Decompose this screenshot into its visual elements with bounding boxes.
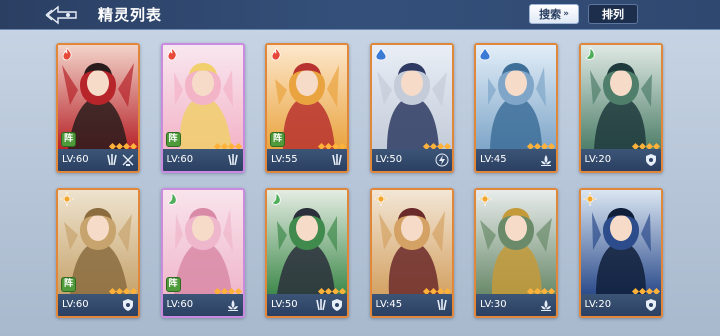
card-footer: LV:30 xyxy=(476,294,556,316)
spirit-card[interactable]: 阵 LV:55 xyxy=(265,43,349,173)
level-label: LV:60 xyxy=(166,299,194,310)
light-icon xyxy=(582,191,597,207)
spirit-card[interactable]: LV:45 xyxy=(474,43,558,173)
lotus-icon xyxy=(539,298,553,312)
role-icons xyxy=(644,297,658,313)
card-footer: LV:50 xyxy=(371,149,452,171)
role-icons xyxy=(644,152,658,168)
level-label: LV:60 xyxy=(62,154,89,165)
formation-badge: 阵 xyxy=(165,277,181,292)
role-icons xyxy=(539,152,553,168)
page-title: 精灵列表 xyxy=(98,6,163,24)
light-icon xyxy=(477,191,493,207)
lotus-icon xyxy=(226,298,240,312)
wind-icon xyxy=(583,46,597,60)
card-footer: LV:20 xyxy=(580,149,661,171)
search-button-label: 搜索 xyxy=(539,8,562,21)
level-label: LV:50 xyxy=(271,299,298,310)
light-icon xyxy=(59,191,75,207)
level-label: LV:45 xyxy=(480,154,507,165)
role-icons xyxy=(435,152,449,168)
level-label: LV:45 xyxy=(375,299,403,310)
sword-scale-icon xyxy=(121,153,135,167)
card-footer: LV:55 xyxy=(267,149,347,171)
formation-badge: 阵 xyxy=(270,132,285,147)
fire-icon xyxy=(165,46,179,61)
spirit-card[interactable]: LV:50 xyxy=(265,188,349,318)
claw-icon xyxy=(226,153,240,167)
card-footer: LV:45 xyxy=(371,294,452,316)
role-icons xyxy=(121,297,135,313)
card-footer: LV:45 xyxy=(476,149,556,171)
level-label: LV:20 xyxy=(584,299,612,310)
light-icon xyxy=(373,191,388,207)
search-button[interactable]: 搜索 » xyxy=(529,4,579,24)
formation-badge: 阵 xyxy=(165,132,181,147)
level-label: LV:30 xyxy=(480,299,507,310)
spirit-card[interactable]: LV:20 xyxy=(578,188,663,318)
top-bar: 精灵列表 搜索 » 排列 xyxy=(0,0,720,30)
claw-icon xyxy=(314,298,328,312)
formation-badge: 阵 xyxy=(61,132,76,147)
level-label: LV:55 xyxy=(271,154,298,165)
lightning-icon xyxy=(435,153,449,167)
role-icons xyxy=(226,297,240,313)
shield-icon xyxy=(644,153,658,167)
shield-icon xyxy=(121,298,135,312)
card-footer: LV:60 xyxy=(58,149,138,171)
water-icon xyxy=(478,46,492,61)
role-icons xyxy=(435,297,449,313)
double-chevron-down-icon: » xyxy=(563,8,569,19)
spirit-card[interactable]: LV:30 xyxy=(474,188,558,318)
spirit-card[interactable]: 阵 LV:60 xyxy=(56,43,140,173)
level-label: LV:60 xyxy=(62,299,89,310)
role-icons xyxy=(226,152,240,168)
level-label: LV:20 xyxy=(584,154,612,165)
spirit-card[interactable]: 阵 LV:60 xyxy=(56,188,140,318)
level-label: LV:60 xyxy=(166,154,194,165)
sort-button[interactable]: 排列 xyxy=(588,4,638,24)
claw-icon xyxy=(105,153,119,167)
role-icons xyxy=(539,297,553,313)
formation-badge: 阵 xyxy=(61,277,76,292)
lotus-icon xyxy=(539,153,553,167)
wind-icon xyxy=(165,191,179,205)
spirit-card[interactable]: 阵 LV:60 xyxy=(160,188,245,318)
spirit-card[interactable]: LV:50 xyxy=(369,43,454,173)
card-footer: LV:50 xyxy=(267,294,347,316)
wind-icon xyxy=(269,191,283,205)
card-footer: LV:20 xyxy=(580,294,661,316)
back-arrow-icon[interactable] xyxy=(44,4,80,26)
spirit-card[interactable]: LV:45 xyxy=(369,188,454,318)
shield-icon xyxy=(644,298,658,312)
water-icon xyxy=(374,46,388,61)
card-footer: LV:60 xyxy=(162,149,243,171)
spirit-card[interactable]: LV:20 xyxy=(578,43,663,173)
fire-icon xyxy=(60,46,74,61)
role-icons xyxy=(105,152,135,168)
claw-icon xyxy=(330,153,344,167)
level-label: LV:50 xyxy=(375,154,403,165)
card-footer: LV:60 xyxy=(58,294,138,316)
shield-icon xyxy=(330,298,344,312)
card-footer: LV:60 xyxy=(162,294,243,316)
role-icons xyxy=(330,152,344,168)
spirit-card[interactable]: 阵 LV:60 xyxy=(160,43,245,173)
claw-icon xyxy=(435,298,449,312)
fire-icon xyxy=(269,46,283,61)
role-icons xyxy=(314,297,344,313)
